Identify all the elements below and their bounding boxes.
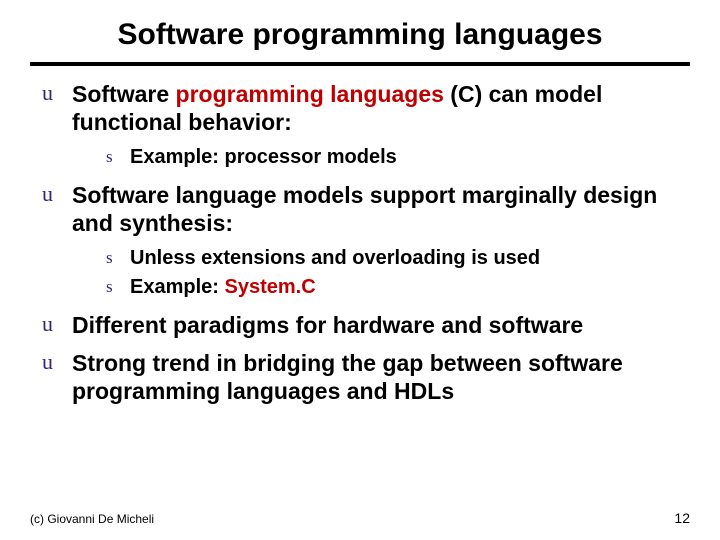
bullet-1-text-pre: Software <box>72 81 176 107</box>
bullet-1-sublist: Example: processor models <box>72 144 690 171</box>
page-number: 12 <box>674 510 690 526</box>
slide-title: Software programming languages <box>30 18 690 62</box>
bullet-2-sub-2-pre: Example: <box>130 276 224 298</box>
bullet-4: Strong trend in bridging the gap between… <box>38 349 690 405</box>
bullet-2-text: Software language models support margina… <box>72 182 657 236</box>
title-rule <box>30 62 690 66</box>
bullet-list: Software programming languages (C) can m… <box>30 80 690 405</box>
bullet-2-sublist: Unless extensions and overloading is use… <box>72 245 690 301</box>
footer-copyright: (c) Giovanni De Micheli <box>30 512 154 526</box>
bullet-2-sub-2-emphasis: System.C <box>224 276 315 298</box>
bullet-1-emphasis: programming languages <box>176 81 444 107</box>
bullet-2-sub-2: Example: System.C <box>104 274 690 301</box>
bullet-2-sub-1: Unless extensions and overloading is use… <box>104 245 690 272</box>
bullet-1: Software programming languages (C) can m… <box>38 80 690 171</box>
bullet-2: Software language models support margina… <box>38 181 690 301</box>
bullet-3: Different paradigms for hardware and sof… <box>38 311 690 339</box>
bullet-1-sub-1: Example: processor models <box>104 144 690 171</box>
